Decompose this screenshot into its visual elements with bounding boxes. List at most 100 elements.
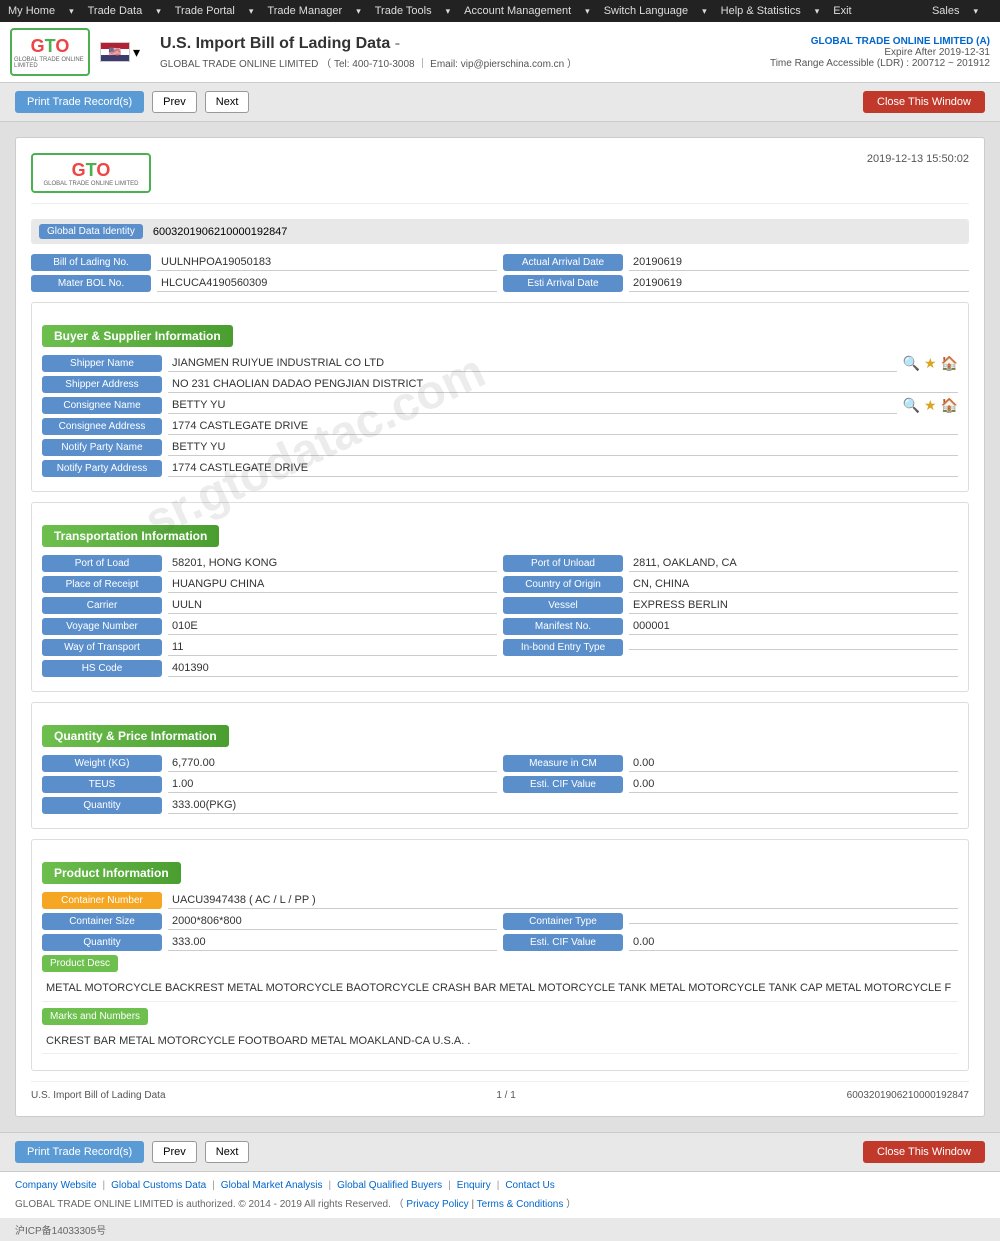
- top-navigation: My Home ▾ Trade Data ▾ Trade Portal ▾ Tr…: [0, 0, 1000, 22]
- nav-trade-tools[interactable]: Trade Tools: [375, 5, 432, 17]
- footer-global-market[interactable]: Global Market Analysis: [221, 1180, 323, 1191]
- close-button[interactable]: Close This Window: [863, 91, 985, 113]
- teus-cif-row: TEUS 1.00 Esti. CIF Value 0.00: [42, 776, 958, 793]
- country-origin-value: CN, CHINA: [629, 576, 958, 593]
- notify-address-value: 1774 CASTLEGATE DRIVE: [168, 460, 958, 477]
- nav-trade-manager[interactable]: Trade Manager: [267, 5, 342, 17]
- esti-cif-label: Esti. CIF Value: [503, 776, 623, 793]
- esti-arrival-label: Esti Arrival Date: [503, 275, 623, 292]
- buyer-supplier-section: Buyer & Supplier Information Shipper Nam…: [31, 302, 969, 492]
- weight-value: 6,770.00: [168, 755, 497, 772]
- account-company: GLOBAL TRADE ONLINE LIMITED (A): [770, 36, 990, 47]
- place-receipt-label: Place of Receipt: [42, 576, 162, 593]
- footer-global-customs[interactable]: Global Customs Data: [111, 1180, 206, 1191]
- consignee-name-icons: 🔍 ★ 🏠: [903, 397, 958, 414]
- mater-bol-cell: Mater BOL No. HLCUCA4190560309: [31, 275, 497, 292]
- product-quantity-label: Quantity: [42, 934, 162, 951]
- product-section: Product Information Container Number UAC…: [31, 839, 969, 1071]
- home-icon[interactable]: 🏠: [941, 397, 958, 414]
- search-icon[interactable]: 🔍: [903, 355, 920, 372]
- vessel-value: EXPRESS BERLIN: [629, 597, 958, 614]
- vessel-label: Vessel: [503, 597, 623, 614]
- nav-trade-portal[interactable]: Trade Portal: [175, 5, 235, 17]
- bottom-next-button[interactable]: Next: [205, 1141, 250, 1163]
- manifest-label: Manifest No.: [503, 618, 623, 635]
- logo-area: GTO GLOBAL TRADE ONLINE LIMITED: [10, 28, 90, 76]
- nav-my-home[interactable]: My Home: [8, 5, 55, 17]
- product-qty-cif-row: Quantity 333.00 Esti. CIF Value 0.00: [42, 934, 958, 951]
- nav-account-management[interactable]: Account Management: [464, 5, 571, 17]
- top-action-bar: Print Trade Record(s) Prev Next Close Th…: [0, 83, 1000, 122]
- teus-value: 1.00: [168, 776, 497, 793]
- shipper-address-value: NO 231 CHAOLIAN DADAO PENGJIAN DISTRICT: [168, 376, 958, 393]
- print-button[interactable]: Print Trade Record(s): [15, 91, 144, 113]
- expire-date: Expire After 2019-12-31: [770, 47, 990, 58]
- container-number-row: Container Number UACU3947438 ( AC / L / …: [42, 892, 958, 909]
- marks-block: Marks and Numbers CKREST BAR METAL MOTOR…: [42, 1008, 958, 1055]
- shipper-address-row: Shipper Address NO 231 CHAOLIAN DADAO PE…: [42, 376, 958, 393]
- inbond-value: [629, 645, 958, 650]
- product-esti-cif-value: 0.00: [629, 934, 958, 951]
- notify-address-label: Notify Party Address: [42, 460, 162, 477]
- place-country-row: Place of Receipt HUANGPU CHINA Country o…: [42, 576, 958, 593]
- header-bar: GTO GLOBAL TRADE ONLINE LIMITED 🇺🇸 ▾ U.S…: [0, 22, 1000, 83]
- transportation-section: Transportation Information Port of Load …: [31, 502, 969, 692]
- shipper-address-label: Shipper Address: [42, 376, 162, 393]
- consignee-name-value: BETTY YU: [168, 397, 897, 414]
- voyage-label: Voyage Number: [42, 618, 162, 635]
- footer-enquiry[interactable]: Enquiry: [457, 1180, 491, 1191]
- notify-name-value: BETTY YU: [168, 439, 958, 456]
- container-size-value: 2000*806*800: [168, 913, 497, 930]
- place-receipt-value: HUANGPU CHINA: [168, 576, 497, 593]
- quantity-value: 333.00(PKG): [168, 797, 958, 814]
- footer-privacy[interactable]: Privacy Policy: [406, 1199, 468, 1210]
- nav-switch-language[interactable]: Switch Language: [604, 5, 688, 17]
- bol-label: Bill of Lading No.: [31, 254, 151, 271]
- quantity-price-header: Quantity & Price Information: [42, 725, 229, 747]
- consignee-address-row: Consignee Address 1774 CASTLEGATE DRIVE: [42, 418, 958, 435]
- record-header: GTO GLOBAL TRADE ONLINE LIMITED 2019-12-…: [31, 153, 969, 204]
- way-transport-label: Way of Transport: [42, 639, 162, 656]
- container-type-value: [629, 919, 958, 924]
- hs-code-label: HS Code: [42, 660, 162, 677]
- star-icon[interactable]: ★: [924, 397, 937, 414]
- global-data-identity-value: 6003201906210000192847: [153, 226, 288, 238]
- weight-label: Weight (KG): [42, 755, 162, 772]
- bol-cell: Bill of Lading No. UULNHPOA19050183: [31, 254, 497, 271]
- consignee-name-label: Consignee Name: [42, 397, 162, 414]
- nav-trade-data[interactable]: Trade Data: [88, 5, 143, 17]
- transportation-header: Transportation Information: [42, 525, 219, 547]
- footer-links: Company Website | Global Customs Data | …: [15, 1180, 985, 1191]
- nav-help-statistics[interactable]: Help & Statistics: [721, 5, 801, 17]
- consignee-name-row: Consignee Name BETTY YU 🔍 ★ 🏠: [42, 397, 958, 414]
- record-footer-id: 6003201906210000192847: [847, 1090, 969, 1101]
- bottom-action-bar: Print Trade Record(s) Prev Next Close Th…: [0, 1132, 1000, 1171]
- flag-area: 🇺🇸 ▾: [100, 42, 140, 62]
- buyer-supplier-header: Buyer & Supplier Information: [42, 325, 233, 347]
- port-load-label: Port of Load: [42, 555, 162, 572]
- search-icon[interactable]: 🔍: [903, 397, 920, 414]
- esti-cif-value: 0.00: [629, 776, 958, 793]
- quantity-label: Quantity: [42, 797, 162, 814]
- container-number-value: UACU3947438 ( AC / L / PP ): [168, 892, 958, 909]
- bottom-print-button[interactable]: Print Trade Record(s): [15, 1141, 144, 1163]
- prev-button[interactable]: Prev: [152, 91, 197, 113]
- home-icon[interactable]: 🏠: [941, 355, 958, 372]
- footer-company-website[interactable]: Company Website: [15, 1180, 97, 1191]
- shipper-name-label: Shipper Name: [42, 355, 162, 372]
- product-desc-value: METAL MOTORCYCLE BACKREST METAL MOTORCYC…: [42, 976, 958, 1002]
- footer-contact-us[interactable]: Contact Us: [505, 1180, 554, 1191]
- container-size-type-row: Container Size 2000*806*800 Container Ty…: [42, 913, 958, 930]
- global-data-identity-row: Global Data Identity 6003201906210000192…: [31, 219, 969, 244]
- footer-terms[interactable]: Terms & Conditions: [477, 1199, 564, 1210]
- star-icon[interactable]: ★: [924, 355, 937, 372]
- nav-exit[interactable]: Exit: [833, 5, 851, 17]
- bottom-close-button[interactable]: Close This Window: [863, 1141, 985, 1163]
- bottom-prev-button[interactable]: Prev: [152, 1141, 197, 1163]
- main-content: GTO GLOBAL TRADE ONLINE LIMITED 2019-12-…: [0, 122, 1000, 1132]
- next-button[interactable]: Next: [205, 91, 250, 113]
- record-footer: U.S. Import Bill of Lading Data 1 / 1 60…: [31, 1081, 969, 1101]
- carrier-vessel-row: Carrier UULN Vessel EXPRESS BERLIN: [42, 597, 958, 614]
- nav-sales[interactable]: Sales: [932, 5, 960, 17]
- footer-global-buyers[interactable]: Global Qualified Buyers: [337, 1180, 442, 1191]
